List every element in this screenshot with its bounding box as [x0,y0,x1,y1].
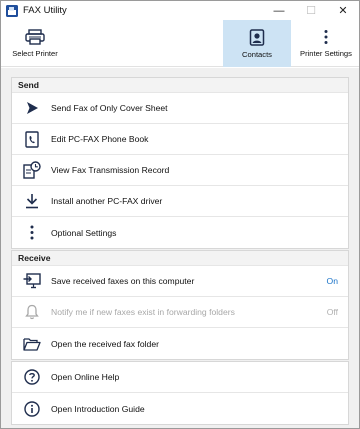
notify-forwarding-item: Notify me if new faxes exist in forwardi… [12,297,348,328]
minimize-button[interactable]: — [263,1,295,20]
printer-icon [25,29,45,45]
item-label: Install another PC-FAX driver [51,196,163,206]
info-icon [22,399,42,419]
save-to-pc-icon [22,271,42,291]
more-vertical-icon [324,30,328,44]
toolbar: Select Printer Contacts Printer Settings [1,20,359,67]
open-online-help-item[interactable]: Open Online Help [12,362,348,393]
item-label: Open Introduction Guide [51,403,145,414]
notify-forwarding-status: Off [326,307,338,317]
close-button[interactable]: ✕ [327,1,359,20]
phone-book-icon [22,129,42,149]
printer-settings-button[interactable]: Printer Settings [293,20,359,67]
contacts-button[interactable]: Contacts [223,20,291,67]
fax-utility-window: FAX Utility — ☐ ✕ Select Printer Contact… [0,0,360,429]
close-icon: ✕ [338,5,348,17]
save-received-status[interactable]: On [327,276,338,286]
maximize-icon: ☐ [306,5,316,17]
question-icon [22,367,42,387]
item-label: Send Fax of Only Cover Sheet [51,103,168,113]
save-received-faxes-item[interactable]: Save received faxes on this computer On [12,266,348,297]
send-panel: Send Send Fax of Only Cover Sheet Edit P… [11,77,349,249]
receive-panel: Receive Save received faxes on this comp… [11,250,349,360]
send-cover-sheet-item[interactable]: Send Fax of Only Cover Sheet [12,93,348,124]
item-label: Notify me if new faxes exist in forwardi… [51,307,235,317]
open-received-folder-item[interactable]: Open the received fax folder [12,328,348,359]
window-title: FAX Utility [23,5,67,16]
receive-section-header: Receive [12,251,348,266]
title-bar: FAX Utility — ☐ ✕ [1,1,359,20]
item-label: Open Online Help [51,372,120,382]
item-label: Edit PC-FAX Phone Book [51,134,149,144]
item-label: View Fax Transmission Record [51,165,170,175]
view-transmission-record-item[interactable]: View Fax Transmission Record [12,155,348,186]
select-printer-label: Select Printer [12,49,58,58]
item-label: Save received faxes on this computer [51,276,195,286]
contacts-icon [249,29,265,46]
record-clock-icon [22,160,42,180]
optional-settings-item[interactable]: Optional Settings [12,217,348,248]
edit-phone-book-item[interactable]: Edit PC-FAX Phone Book [12,124,348,155]
contacts-label: Contacts [242,50,272,59]
folder-open-icon [22,334,42,354]
open-introduction-guide-item[interactable]: Open Introduction Guide [12,393,348,424]
select-printer-button[interactable]: Select Printer [5,20,65,67]
more-vertical-icon [22,223,42,243]
item-label: Open the received fax folder [51,338,159,349]
download-icon [22,191,42,211]
item-label: Optional Settings [51,227,117,238]
printer-settings-label: Printer Settings [300,49,352,58]
bell-icon [22,302,42,322]
send-arrow-icon [22,98,42,118]
maximize-button[interactable]: ☐ [295,1,327,20]
install-driver-item[interactable]: Install another PC-FAX driver [12,186,348,217]
app-fax-icon [6,4,18,17]
send-section-header: Send [12,78,348,93]
help-panel: Open Online Help Open Introduction Guide [11,361,349,425]
minimize-icon: — [273,4,285,17]
